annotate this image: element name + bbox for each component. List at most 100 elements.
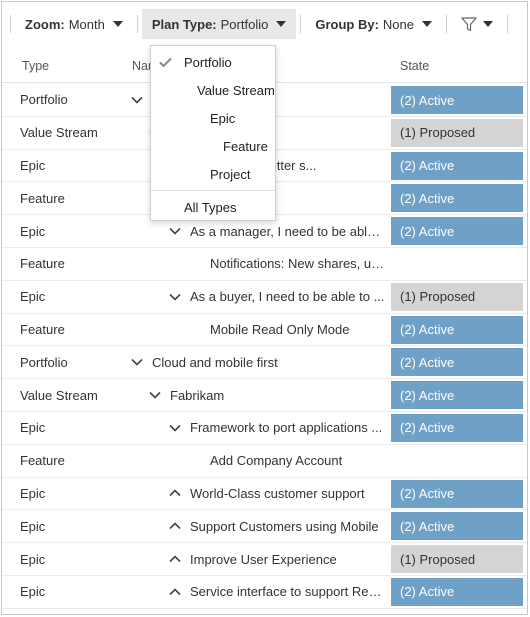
state-badge: (2) Active [391, 577, 523, 606]
row-name: Fabrikam [148, 388, 224, 403]
checkmark-icon [159, 56, 172, 71]
row-type: Feature [20, 321, 65, 337]
plan-type-dropdown[interactable]: Plan Type: Portfolio [141, 9, 297, 39]
menu-item-epic[interactable]: Epic [151, 104, 275, 132]
row-name-text[interactable]: Improve User Experience [190, 552, 337, 567]
table-row[interactable]: Epic Support Customers using Mobile (2) Ac… [2, 510, 527, 544]
caret-down-icon [112, 21, 123, 27]
row-name-text[interactable]: Cloud and mobile first [152, 355, 278, 370]
toolbar: Zoom: Month Plan Type: Portfolio Group B… [2, 2, 527, 46]
zoom-dropdown[interactable]: Zoom: Month [15, 9, 133, 39]
row-name-text[interactable]: Support Customers using Mobile [190, 519, 379, 534]
state-badge: (2) Active [391, 512, 523, 541]
menu-item-portfolio[interactable]: Portfolio [151, 48, 275, 76]
row-type: Epic [20, 551, 46, 567]
row-type: Epic [20, 157, 46, 173]
chevron-down-icon[interactable] [130, 355, 144, 369]
toolbar-divider [10, 15, 11, 33]
table-row[interactable]: Feature Add Company Account [2, 445, 527, 478]
row-name: Support Customers using Mobile [168, 519, 379, 534]
row-type: Epic [20, 584, 46, 600]
chevron-up-icon[interactable] [168, 519, 182, 533]
group-by-label: Group By: [315, 16, 379, 32]
table-row[interactable]: Epic As a buyer, I need to be able to ...… [2, 281, 527, 314]
plan-type-value: Portfolio [220, 16, 269, 32]
menu-item-all-types[interactable]: All Types [151, 193, 275, 221]
filter-icon [461, 16, 477, 31]
state-badge: (2) Active [391, 381, 523, 410]
state-badge: (2) Active [391, 184, 523, 213]
chevron-down-icon[interactable] [168, 421, 182, 435]
toolbar-divider [300, 15, 302, 33]
menu-item-label: Project [210, 166, 251, 182]
plan-type-label: Plan Type: [151, 16, 217, 32]
column-header-state[interactable]: State [400, 59, 429, 73]
row-name-text[interactable]: Fabrikam [170, 388, 224, 403]
table-row[interactable]: Feature Notifications: New shares, up... [2, 248, 527, 281]
table-row[interactable]: Epic Framework to port applications ... (2… [2, 412, 527, 445]
menu-item-feature[interactable]: Feature [151, 132, 275, 160]
zoom-value: Month [68, 16, 105, 32]
table-row[interactable]: Portfolio Cloud and mobile first (2) Activ… [2, 346, 527, 380]
toolbar-divider [506, 15, 508, 33]
row-type: Epic [20, 289, 46, 305]
state-badge: (2) Active [391, 479, 523, 508]
row-type: Epic [20, 223, 46, 239]
row-name: Framework to port applications ... [168, 420, 382, 435]
row-type: Feature [20, 256, 65, 272]
state-badge: (1) Proposed [391, 282, 523, 311]
group-by-dropdown[interactable]: Group By: None [305, 9, 442, 39]
chevron-down-icon[interactable] [168, 290, 182, 304]
row-name-text[interactable]: As a buyer, I need to be able to ... [190, 289, 384, 304]
column-header-type[interactable]: Type [22, 59, 49, 73]
row-type: Value Stream [20, 387, 98, 403]
chevron-down-icon[interactable] [168, 224, 182, 238]
row-name-text[interactable]: Mobile Read Only Mode [210, 322, 349, 337]
row-type: Value Stream [20, 125, 98, 141]
plan-view: Zoom: Month Plan Type: Portfolio Group B… [1, 1, 528, 615]
row-name: Service interface to support Rest... [168, 584, 386, 599]
row-name-text[interactable]: As a manager, I need to be able ... [190, 224, 386, 239]
row-name: As a manager, I need to be able ... [168, 224, 386, 239]
menu-item-label: Value Stream [197, 82, 275, 98]
table-row[interactable]: Value Stream Fabrikam (2) Active [2, 379, 527, 412]
chevron-down-icon[interactable] [130, 93, 144, 107]
row-name-text[interactable]: Framework to port applications ... [190, 420, 382, 435]
group-by-value: None [382, 16, 414, 32]
state-badge: (1) Proposed [391, 545, 523, 574]
row-name: Mobile Read Only Mode [210, 322, 349, 337]
plan-type-menu: Portfolio Value Stream Epic Feature Project A… [150, 45, 276, 221]
table-row[interactable]: Epic Service interface to support Rest...… [2, 576, 527, 609]
row-name: Add Company Account [210, 453, 342, 468]
menu-item-label: Portfolio [184, 54, 232, 70]
table-row[interactable]: Feature Mobile Read Only Mode (2) Active [2, 314, 527, 347]
caret-down-icon [421, 21, 432, 27]
row-name-text[interactable]: Service interface to support Rest... [190, 584, 386, 599]
row-name-text[interactable]: Add Company Account [210, 453, 342, 468]
row-name-text[interactable]: Notifications: New shares, up... [210, 256, 386, 271]
toolbar-divider [445, 15, 447, 33]
row-type: Feature [20, 453, 65, 469]
menu-item-value-stream[interactable]: Value Stream [151, 76, 275, 104]
chevron-up-icon[interactable] [168, 486, 182, 500]
row-type: Epic [20, 485, 46, 501]
zoom-label: Zoom: [25, 16, 65, 32]
row-type: Portfolio [20, 92, 68, 108]
caret-down-icon [482, 21, 493, 27]
row-name: Cloud and mobile first [130, 355, 278, 370]
state-badge: (1) Proposed [391, 118, 523, 147]
menu-divider [151, 190, 275, 191]
table-row[interactable]: Epic World-Class customer support (2) Acti… [2, 478, 527, 511]
menu-item-project[interactable]: Project [151, 160, 275, 188]
chevron-up-icon[interactable] [168, 552, 182, 566]
table-row[interactable]: Epic Improve User Experience (1) Proposed [2, 543, 527, 576]
chevron-up-icon[interactable] [168, 585, 182, 599]
chevron-down-icon[interactable] [148, 388, 162, 402]
row-name-text[interactable]: World-Class customer support [190, 486, 365, 501]
filter-button[interactable] [451, 9, 503, 39]
menu-item-label: Feature [223, 138, 268, 154]
menu-item-label: Epic [210, 110, 236, 126]
toolbar-divider [136, 15, 138, 33]
row-name: World-Class customer support [168, 486, 365, 501]
row-type: Portfolio [20, 354, 68, 370]
